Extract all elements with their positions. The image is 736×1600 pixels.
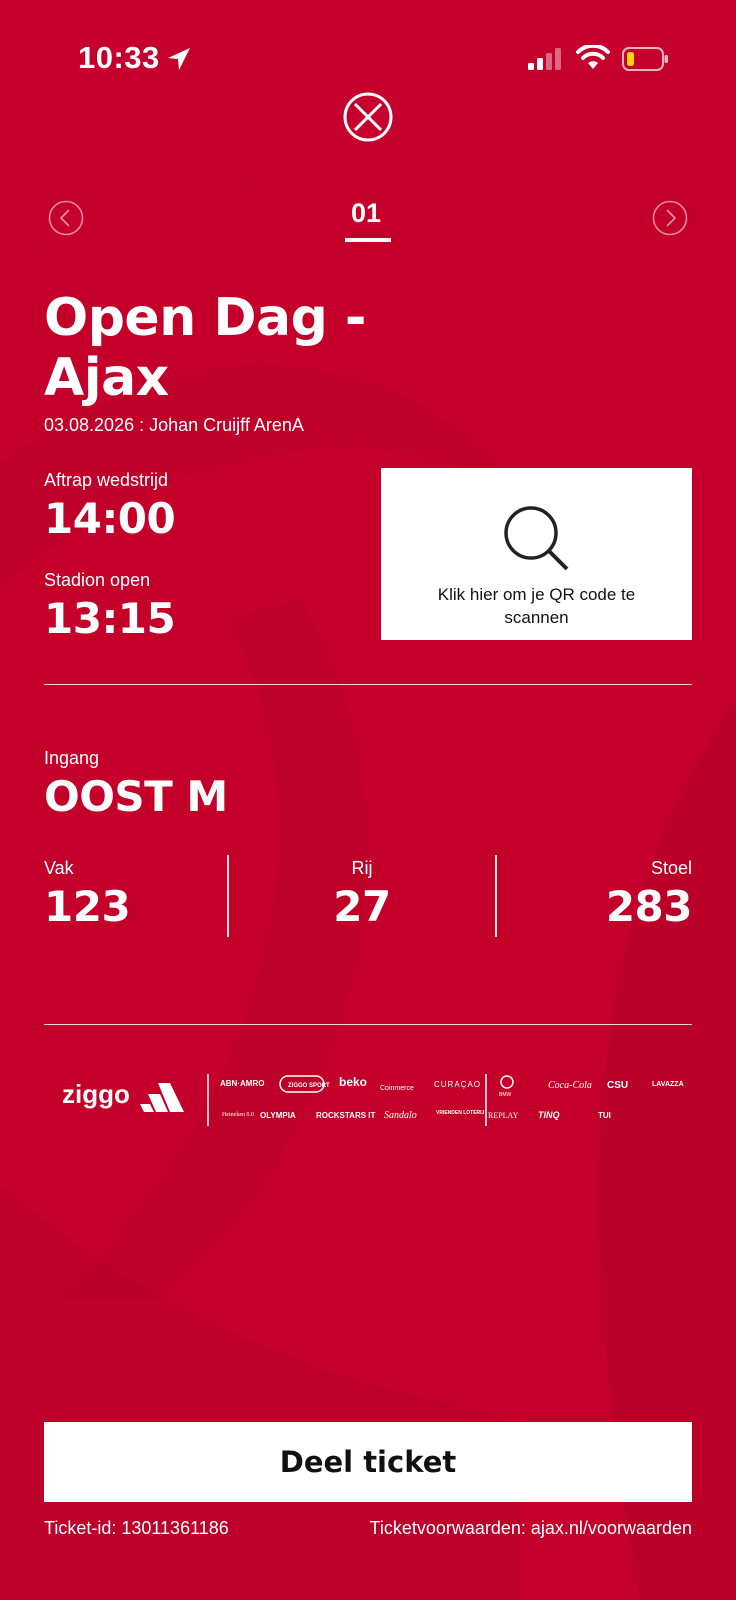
sponsor-coinmerce: Coinmerce: [380, 1085, 414, 1092]
kickoff-label: Aftrap wedstrijd: [44, 470, 169, 490]
next-ticket-button[interactable]: [652, 200, 688, 236]
seat-divider-1: [227, 855, 229, 937]
divider-bottom: [44, 1024, 692, 1025]
cellular-signal-icon: [528, 48, 561, 70]
ticket-number: 01: [350, 198, 382, 228]
sponsor-ziggo-sport: ZIGGO SPORT: [288, 1083, 330, 1089]
close-button[interactable]: [343, 92, 393, 142]
sponsor-heineken: Heineken 0.0: [222, 1112, 254, 1118]
adidas-logo: [140, 1083, 184, 1112]
location-arrow-icon: [168, 48, 190, 70]
sponsor-vrienden-loterij: VRIENDEN LOTERIJ: [436, 1110, 485, 1116]
seat-divider-2: [495, 855, 497, 937]
sponsor-bmw: BMW: [499, 1092, 512, 1098]
sponsor-coca-cola: Coca-Cola: [548, 1080, 592, 1091]
qr-code-button[interactable]: Klik hier om je QR code te scannen: [381, 468, 692, 640]
magnifier-icon: [503, 506, 568, 571]
sponsor-logos: ziggo ABN·AMRO ZIGGO SPORT beko Coinmerc…: [62, 1074, 684, 1126]
section-value: 123: [44, 882, 131, 931]
ticket-id: Ticket-id: 13011361186: [44, 1518, 229, 1538]
ticket-number-underline: [345, 238, 391, 242]
qr-code-text: Klik hier om je QR code te scannen: [437, 585, 636, 627]
sponsor-curacao: CURAÇAO: [434, 1080, 481, 1089]
divider-top: [44, 684, 692, 685]
entrance-value: OOST M: [44, 772, 228, 821]
previous-ticket-button[interactable]: [48, 200, 84, 236]
seat-label: Stoel: [650, 858, 692, 878]
sponsor-tinq: TINQ: [538, 1110, 560, 1120]
kickoff-time: 14:00: [44, 494, 176, 543]
wifi-icon: [576, 45, 610, 69]
ticket-screen: 10:33 01 Open Dag - Ajax 03.08.2026 : Jo…: [0, 0, 736, 1600]
terms-link[interactable]: Ticketvoorwaarden: ajax.nl/voorwaarden: [370, 1518, 693, 1539]
stadium-open-label: Stadion open: [44, 570, 151, 590]
status-time: 10:33: [78, 40, 160, 75]
battery-icon: [622, 47, 668, 71]
sponsor-beko: beko: [339, 1075, 367, 1089]
sponsor-replay: REPLAY: [488, 1111, 519, 1120]
sponsor-ziggo: ziggo: [62, 1079, 130, 1109]
sponsor-rockstars-it: ROCKSTARS IT: [316, 1111, 376, 1120]
sponsor-olympia: OLYMPIA: [260, 1111, 296, 1120]
sponsor-abn-amro: ABN·AMRO: [220, 1079, 264, 1088]
sponsor-sandalo: Sandalo: [384, 1110, 417, 1121]
event-date-venue: 03.08.2026 : Johan Cruijff ArenA: [44, 415, 304, 435]
sponsor-lavazza: LAVAZZA: [652, 1081, 684, 1088]
row-label: Rij: [351, 858, 373, 878]
entrance-label: Ingang: [44, 748, 100, 768]
stadium-open-time: 13:15: [44, 594, 176, 643]
event-title: Open Dag - Ajax: [44, 288, 366, 408]
row-value: 27: [333, 882, 391, 931]
share-ticket-button[interactable]: Deel ticket: [44, 1422, 692, 1502]
sponsor-tui: TUI: [598, 1111, 611, 1120]
sponsor-csu: CSU: [607, 1080, 628, 1091]
section-label: Vak: [44, 858, 74, 878]
seat-value: 283: [605, 882, 693, 931]
